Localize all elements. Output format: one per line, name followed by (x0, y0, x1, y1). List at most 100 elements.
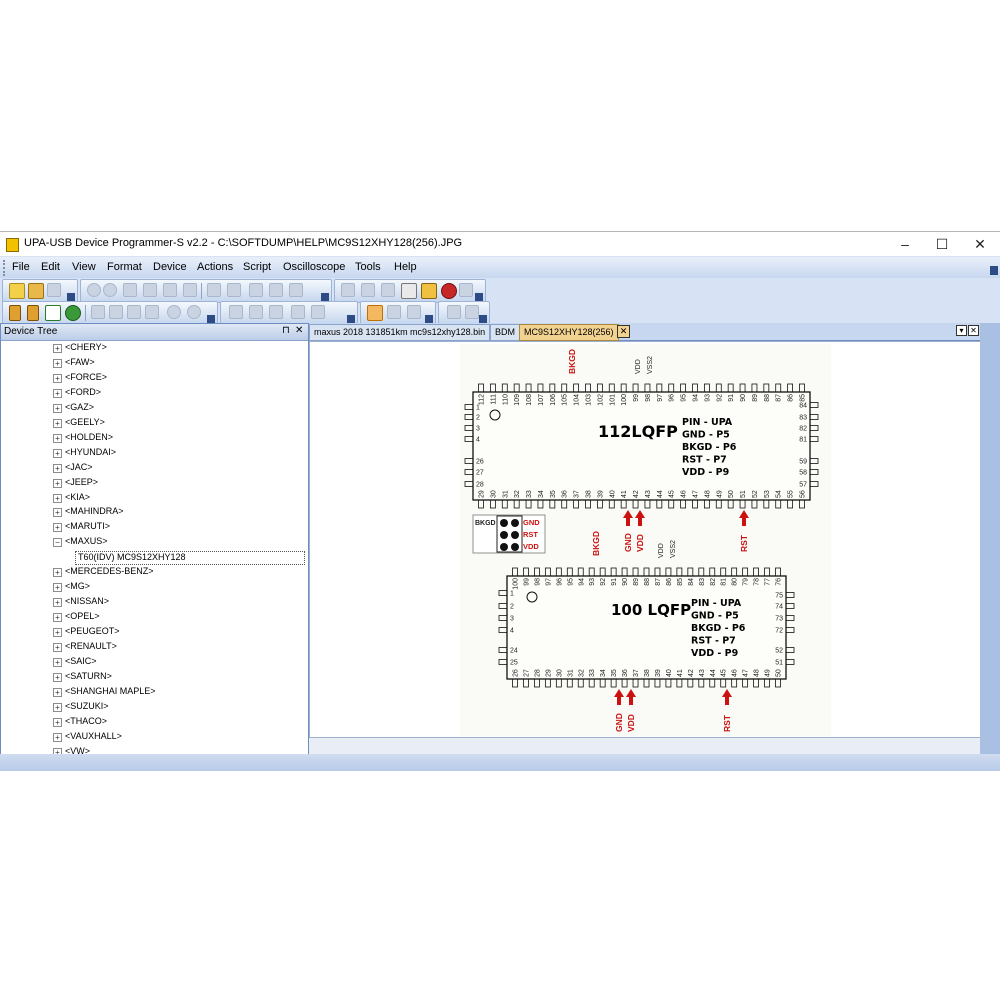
menu-tools[interactable]: Tools (355, 261, 381, 273)
next-icon[interactable] (127, 305, 141, 319)
close-button[interactable]: ✕ (965, 234, 995, 254)
stop-icon[interactable] (465, 305, 479, 319)
expand-icon[interactable]: + (53, 433, 62, 443)
pin-number: 104 (574, 394, 581, 406)
settings-icon[interactable] (421, 283, 437, 299)
read-icon[interactable] (341, 283, 355, 297)
view-list-icon[interactable] (291, 305, 305, 319)
pin-number: 74 (775, 604, 783, 611)
menu-format[interactable]: Format (107, 261, 142, 273)
fit-icon[interactable] (45, 305, 61, 321)
save-icon[interactable] (47, 283, 61, 297)
grid-icon[interactable] (407, 305, 421, 319)
pin-pad (585, 383, 591, 393)
redo-icon[interactable] (103, 283, 117, 297)
close-document-icon[interactable]: ✕ (968, 325, 979, 336)
tab-bdm[interactable]: BDM (490, 324, 520, 341)
expand-icon[interactable]: + (53, 523, 62, 533)
erase-icon[interactable] (459, 283, 473, 297)
move-icon[interactable] (65, 305, 81, 321)
expand-icon[interactable]: + (53, 493, 62, 503)
menu-script[interactable]: Script (243, 261, 271, 273)
view-hex-icon[interactable] (229, 305, 243, 319)
menu-file[interactable]: File (12, 261, 30, 273)
ladybug-icon[interactable] (441, 283, 457, 299)
expand-icon[interactable]: + (53, 344, 62, 353)
expand-icon[interactable]: + (53, 598, 62, 608)
menu-view[interactable]: View (72, 261, 96, 273)
undo-icon[interactable] (87, 283, 101, 297)
pin-pad (656, 383, 663, 393)
expand-icon[interactable]: + (53, 657, 62, 667)
select-area-icon[interactable] (387, 305, 401, 319)
wrench-icon[interactable] (9, 305, 21, 321)
close-panel-icon[interactable]: ✕ (295, 325, 303, 336)
expand-icon[interactable]: + (53, 448, 62, 458)
gnd-label: GND (623, 533, 633, 552)
menu-edit[interactable]: Edit (41, 261, 60, 273)
expand-icon[interactable]: + (53, 478, 62, 488)
pin-icon[interactable]: ⊓ (282, 325, 290, 336)
expand-icon[interactable]: + (53, 702, 62, 712)
find-next-icon[interactable] (227, 283, 241, 297)
menu-help[interactable]: Help (394, 261, 417, 273)
open-folder-icon[interactable] (28, 283, 44, 299)
expand-icon[interactable]: + (53, 358, 62, 368)
new-file-icon[interactable] (9, 283, 25, 299)
expand-icon[interactable]: + (53, 613, 62, 623)
expand-icon[interactable]: + (53, 732, 62, 742)
write-icon[interactable] (361, 283, 375, 297)
expand-icon[interactable]: + (53, 388, 62, 398)
expand-icon[interactable]: + (53, 628, 62, 638)
expand-icon[interactable]: + (53, 508, 62, 518)
tab-close-icon[interactable]: ✕ (617, 325, 630, 338)
cut-icon[interactable] (123, 283, 137, 297)
goto-icon[interactable] (269, 283, 283, 297)
collapse-icon[interactable]: − (53, 538, 62, 548)
menu-device[interactable]: Device (153, 261, 187, 273)
verify-icon[interactable] (381, 283, 395, 297)
expand-icon[interactable]: + (53, 463, 62, 473)
expand-icon[interactable]: + (53, 568, 62, 578)
expand-icon[interactable]: + (53, 687, 62, 697)
tab-list-icon[interactable]: ▾ (956, 325, 967, 336)
last-icon[interactable] (145, 305, 159, 319)
expand-icon[interactable]: + (53, 583, 62, 593)
minimize-button[interactable]: – (890, 234, 920, 254)
expand-icon[interactable]: + (53, 403, 62, 413)
view-ascii-icon[interactable] (249, 305, 263, 319)
zoom-in-icon[interactable] (167, 305, 181, 319)
view-table-icon[interactable] (269, 305, 283, 319)
first-icon[interactable] (91, 305, 105, 319)
menubar-overflow[interactable] (990, 266, 998, 275)
find-icon[interactable] (207, 283, 221, 297)
menu-actions[interactable]: Actions (197, 261, 233, 273)
fill-icon[interactable] (289, 283, 303, 297)
tab-mc9s12xhy128[interactable]: MC9S12XHY128(256) (519, 324, 619, 341)
pin-number: 24 (510, 648, 518, 655)
run-icon[interactable] (447, 305, 461, 319)
expand-icon[interactable]: + (53, 418, 62, 428)
pointer-icon[interactable] (367, 305, 383, 321)
properties-icon[interactable] (401, 283, 417, 299)
menubar-grip[interactable] (3, 260, 8, 276)
replace-icon[interactable] (249, 283, 263, 297)
pin-pad (464, 414, 474, 420)
menu-oscilloscope[interactable]: Oscilloscope (283, 261, 345, 273)
expand-icon[interactable]: + (53, 717, 62, 727)
pin-pad (787, 383, 794, 393)
expand-icon[interactable]: + (53, 643, 62, 652)
tab-bin-file[interactable]: maxus 2018 131851km mc9s12xhy128.bin (309, 324, 491, 341)
previous-icon[interactable] (109, 305, 123, 319)
expand-icon[interactable]: + (53, 373, 62, 383)
paste-icon[interactable] (163, 283, 177, 297)
delete-icon[interactable] (183, 283, 197, 297)
maximize-button[interactable]: ☐ (927, 234, 957, 254)
view-details-icon[interactable] (311, 305, 325, 319)
zoom-out-icon[interactable] (187, 305, 201, 319)
tree-leaf-item[interactable]: T60(IDV) MC9S12XHY128 (75, 551, 305, 566)
screwdriver-icon[interactable] (27, 305, 39, 321)
copy-icon[interactable] (143, 283, 157, 297)
expand-icon[interactable]: + (53, 672, 62, 682)
pin-pad (464, 481, 474, 487)
